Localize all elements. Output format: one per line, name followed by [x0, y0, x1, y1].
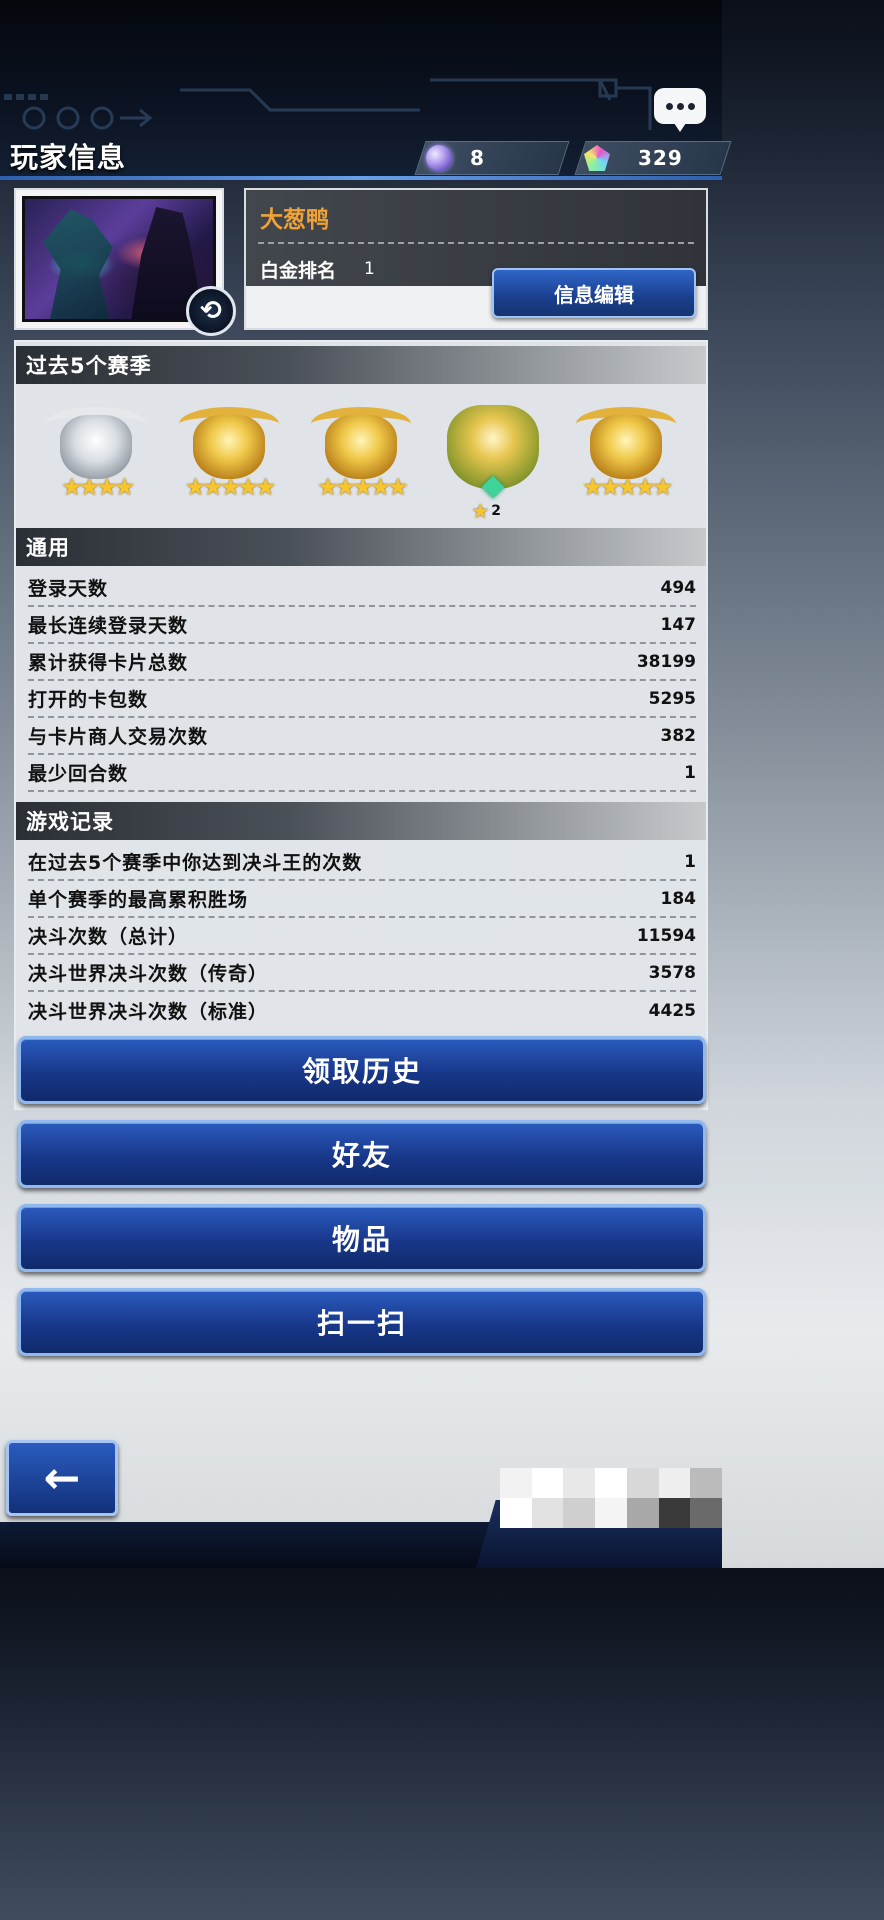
section-header-general: 通用: [16, 528, 706, 566]
friends-button[interactable]: 好友: [18, 1120, 706, 1188]
star-icon: ★: [471, 499, 490, 523]
season-badge-silver[interactable]: ★★★★: [42, 397, 150, 517]
stat-row: 登录天数 494: [28, 570, 696, 607]
stat-label: 决斗世界决斗次数（传奇）: [28, 963, 269, 985]
stat-label: 在过去5个赛季中你达到决斗王的次数: [28, 852, 363, 874]
stat-label: 与卡片商人交易次数: [28, 726, 209, 748]
rank-label: 白金排名: [260, 260, 337, 282]
stat-value: 1: [684, 762, 696, 783]
stat-value: 382: [660, 725, 697, 746]
stat-label: 决斗世界决斗次数（标准）: [28, 1001, 269, 1023]
stat-row: 决斗次数（总计） 11594: [28, 918, 696, 955]
stat-value: 38199: [636, 651, 696, 672]
stat-label: 单个赛季的最高累积胜场: [28, 889, 249, 911]
stat-row: 与卡片商人交易次数 382: [28, 718, 696, 755]
star-icon: ★★★★: [61, 473, 135, 501]
stat-value: 184: [660, 888, 697, 909]
season-badge-gold[interactable]: ★★★★★: [175, 397, 283, 517]
back-arrow-icon: ←: [43, 1452, 81, 1504]
history-button[interactable]: 领取历史: [18, 1036, 706, 1104]
season-badge-platinum[interactable]: ★ 2: [439, 397, 547, 523]
stat-label: 决斗次数（总计）: [28, 926, 189, 948]
section-header-seasons: 过去5个赛季: [16, 346, 706, 384]
title-divider: [0, 176, 722, 180]
stat-value: 494: [660, 577, 697, 598]
stat-value: 3578: [648, 962, 696, 983]
stat-row: 最少回合数 1: [28, 755, 696, 792]
stat-value: 11594: [636, 925, 696, 946]
page-title: 玩家信息: [10, 141, 127, 174]
stat-row: 在过去5个赛季中你达到决斗王的次数 1: [28, 844, 696, 881]
crystals-counter: 329: [584, 141, 683, 175]
stat-label: 打开的卡包数: [28, 689, 149, 711]
stat-row: 最长连续登录天数 147: [28, 607, 696, 644]
refresh-icon[interactable]: ⟲: [186, 286, 236, 336]
stat-value: 147: [660, 614, 697, 635]
profile-panel: 大葱鸭 白金排名 1 信息编辑: [244, 188, 708, 330]
stat-row: 打开的卡包数 5295: [28, 681, 696, 718]
stat-label: 登录天数: [28, 578, 109, 600]
stat-value: 1: [684, 851, 696, 872]
stat-value: 5295: [648, 688, 696, 709]
stat-label: 最少回合数: [28, 763, 129, 785]
back-button[interactable]: ←: [6, 1440, 118, 1516]
gem-icon: [426, 145, 452, 171]
platinum-star-count: ★ 2: [471, 499, 502, 523]
star-icon: ★★★★★: [317, 473, 409, 501]
crystals-value: 329: [638, 146, 683, 170]
season-badges: ★★★★ ★★★★★ ★★★★★ ★ 2 ★★★★★: [16, 386, 706, 528]
circuit-decoration: [4, 78, 652, 130]
gems-value: 8: [470, 146, 485, 170]
items-button[interactable]: 物品: [18, 1204, 706, 1272]
stat-label: 最长连续登录天数: [28, 615, 189, 637]
star-icon: ★★★★★: [184, 473, 277, 501]
scan-button[interactable]: 扫一扫: [18, 1288, 706, 1356]
season-badge-gold[interactable]: ★★★★★: [307, 397, 415, 517]
crystal-icon: [584, 145, 610, 171]
rank-value: 1: [364, 259, 375, 279]
stat-row: 累计获得卡片总数 38199: [28, 644, 696, 681]
chat-bubble-icon[interactable]: [654, 88, 706, 132]
edit-info-button[interactable]: 信息编辑: [492, 268, 696, 318]
stat-row: 决斗世界决斗次数（传奇） 3578: [28, 955, 696, 992]
player-name: 大葱鸭: [260, 207, 329, 233]
season-badge-gold[interactable]: ★★★★★: [572, 397, 680, 517]
stat-row: 决斗世界决斗次数（标准） 4425: [28, 992, 696, 1029]
stat-row: 单个赛季的最高累积胜场 184: [28, 881, 696, 918]
gems-counter: 8: [426, 141, 485, 175]
divider: [258, 242, 694, 244]
star-icon: ★★★★★: [581, 473, 674, 501]
stat-label: 累计获得卡片总数: [28, 652, 189, 674]
stat-value: 4425: [648, 1000, 696, 1021]
obscured-area: [500, 1468, 722, 1528]
section-header-records: 游戏记录: [16, 802, 706, 840]
